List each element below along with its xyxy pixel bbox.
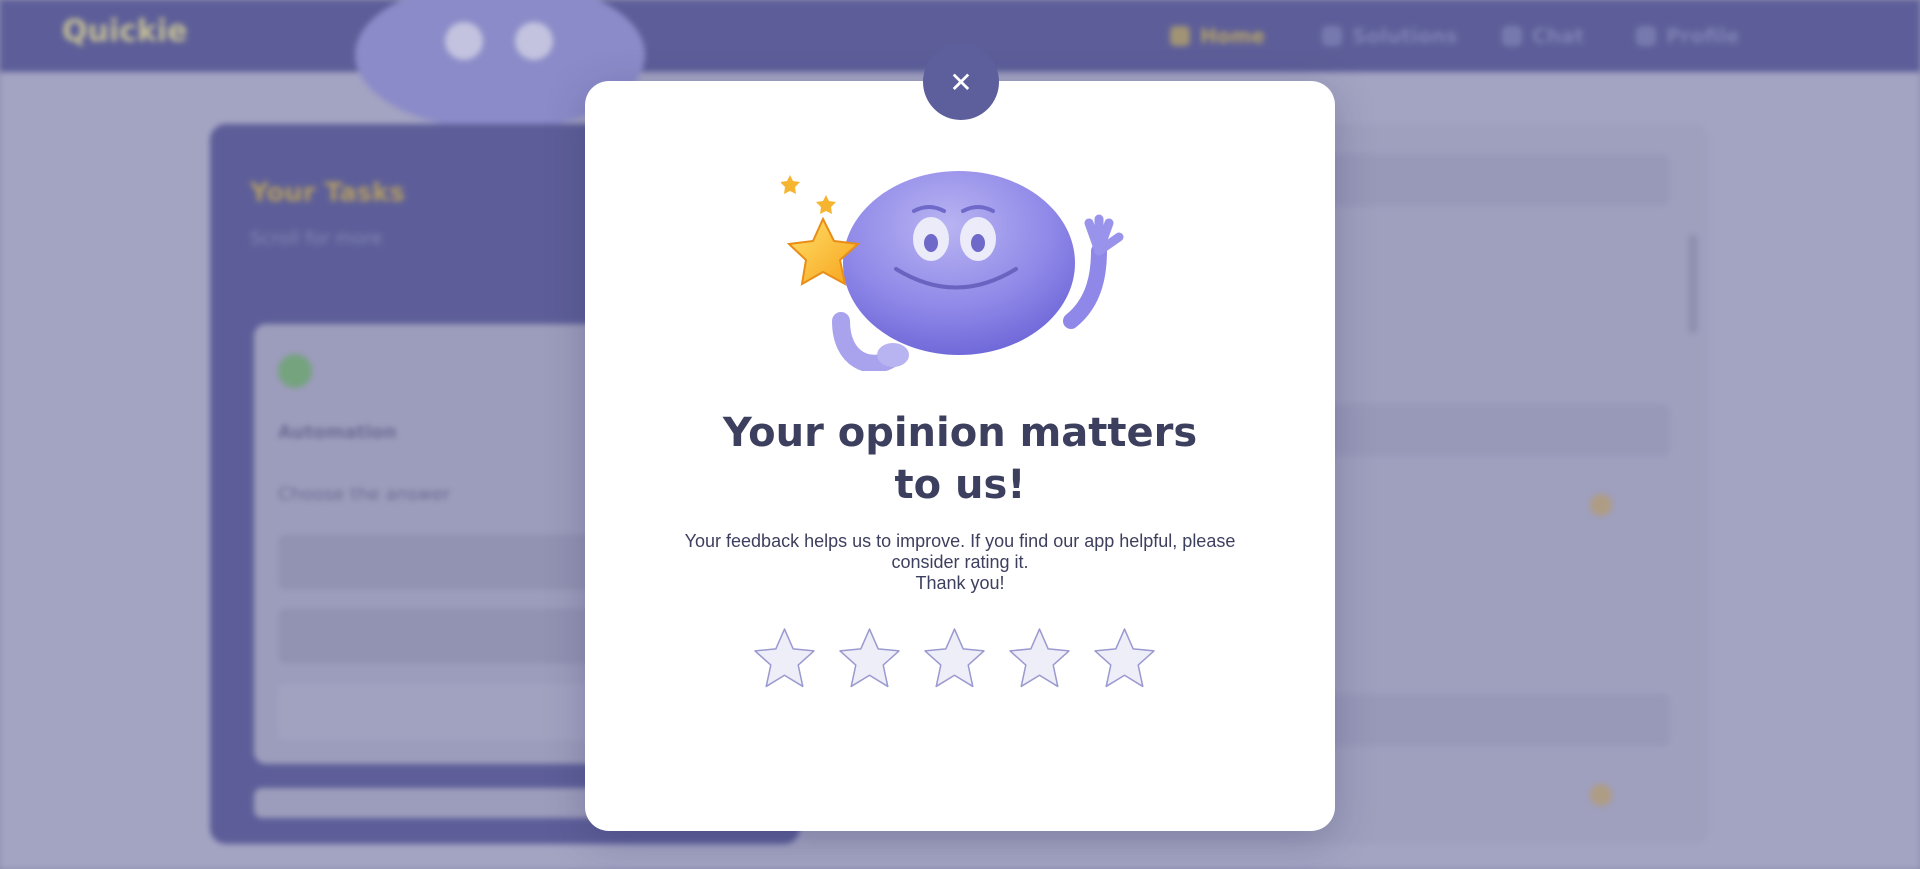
modal-title-line1: Your opinion matters	[722, 410, 1198, 456]
close-icon: ✕	[949, 65, 973, 99]
star-rating-3[interactable]	[922, 626, 987, 691]
mascot-illustration	[781, 171, 1124, 371]
modal-title-line2: to us!	[894, 462, 1026, 508]
star-rating	[752, 626, 1157, 691]
close-button[interactable]: ✕	[923, 44, 999, 120]
star-rating-1[interactable]	[752, 626, 817, 691]
star-rating-4[interactable]	[1007, 626, 1072, 691]
star-rating-5[interactable]	[1092, 626, 1157, 691]
rating-modal: Your opinion matters to us! Your feedbac…	[585, 81, 1335, 831]
modal-title: Your opinion matters to us!	[585, 407, 1335, 511]
modal-description: Your feedback helps us to improve. If yo…	[655, 531, 1265, 594]
description-line2: consider rating it.	[891, 552, 1029, 572]
star-rating-2[interactable]	[837, 626, 902, 691]
description-line3: Thank you!	[915, 573, 1005, 593]
description-line1: Your feedback helps us to improve. If yo…	[684, 531, 1236, 551]
